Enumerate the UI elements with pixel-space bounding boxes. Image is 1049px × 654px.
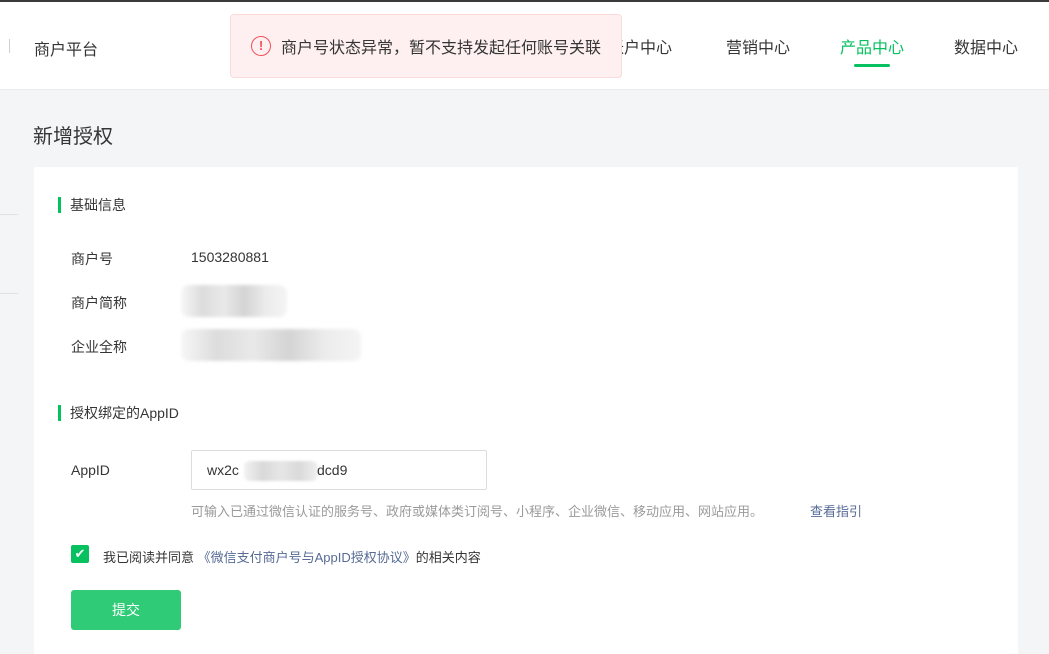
toast-message: 商户号状态异常，暂不支持发起任何账号关联 [281, 40, 602, 57]
sidebar-divider [0, 214, 18, 215]
appid-redacted [244, 461, 318, 481]
sidebar-divider [0, 293, 18, 294]
section-title-appid: 授权绑定的AppID [58, 405, 179, 421]
nav-item-product-center[interactable]: 产品中心 [840, 34, 904, 58]
full-name-label: 企业全称 [71, 339, 127, 355]
full-name-redacted [181, 329, 361, 361]
appid-value-prefix: wx2c [207, 462, 239, 478]
form-card [34, 167, 1018, 654]
active-nav-indicator [854, 64, 890, 67]
nav-item-data-center[interactable]: 数据中心 [954, 34, 1018, 58]
agreement-link[interactable]: 《微信支付商户号与AppID授权协议》 [198, 550, 416, 565]
nav-item-marketing-center[interactable]: 营销中心 [726, 34, 790, 58]
appid-label: AppID [71, 462, 110, 478]
brand-divider [9, 39, 10, 53]
agreement-text-after: 的相关内容 [415, 550, 481, 565]
exclamation-circle-icon: ! [251, 36, 271, 56]
merchant-id-value: 1503280881 [191, 249, 269, 265]
section-title-basic-info: 基础信息 [58, 197, 126, 213]
page-title: 新增授权 [33, 126, 113, 148]
error-toast: ! 商户号状态异常，暂不支持发起任何账号关联 [230, 14, 622, 78]
checkmark-icon: ✔ [74, 546, 86, 561]
appid-value-suffix: dcd9 [317, 462, 348, 478]
merchant-id-label: 商户号 [71, 251, 113, 267]
short-name-redacted [181, 285, 287, 317]
view-guide-link[interactable]: 查看指引 [810, 501, 862, 520]
agreement-checkbox[interactable]: ✔ [71, 545, 89, 563]
short-name-label: 商户简称 [71, 295, 127, 311]
appid-hint: 可输入已通过微信认证的服务号、政府或媒体类订阅号、小程序、企业微信、移动应用、网… [191, 504, 764, 519]
appid-input[interactable]: wx2c dcd9 [191, 450, 487, 490]
agreement-text: 我已阅读并同意 《微信支付商户号与AppID授权协议》的相关内容 [103, 547, 481, 566]
submit-button[interactable]: 提交 [71, 590, 181, 630]
brand-title[interactable]: 商户平台 [34, 36, 98, 60]
agreement-text-before: 我已阅读并同意 [103, 550, 198, 565]
